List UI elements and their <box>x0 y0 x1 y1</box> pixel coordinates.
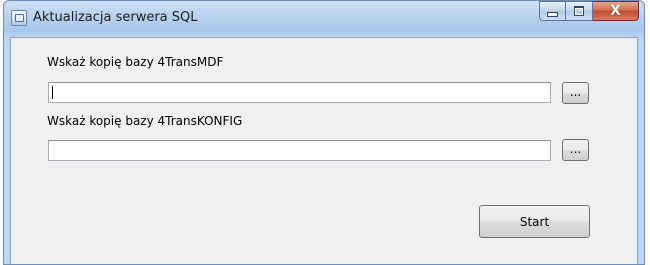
maximize-icon <box>574 6 584 16</box>
window-title: Aktualizacja serwera SQL <box>33 10 198 25</box>
caption-buttons: X <box>539 1 639 23</box>
browse-mdf-button[interactable]: ... <box>562 82 589 104</box>
application-icon <box>11 10 27 26</box>
mdf-label: Wskaż kopię bazy 4TransMDF <box>47 55 224 69</box>
minimize-icon <box>547 12 558 17</box>
minimize-button[interactable] <box>539 1 566 21</box>
title-bar[interactable]: Aktualizacja serwera SQL X <box>4 1 644 37</box>
konfig-label: Wskaż kopię bazy 4TransKONFIG <box>47 114 243 128</box>
start-button[interactable]: Start <box>479 205 590 238</box>
maximize-button[interactable] <box>566 1 593 21</box>
text-caret <box>52 86 53 99</box>
browse-konfig-button[interactable]: ... <box>562 139 589 161</box>
app-window: Aktualizacja serwera SQL X Wskaż kopię b… <box>3 0 645 265</box>
form-body: Wskaż kopię bazy 4TransMDF ... Wskaż kop… <box>10 37 638 264</box>
mdf-path-input[interactable] <box>48 82 551 103</box>
close-button[interactable]: X <box>593 1 639 21</box>
konfig-path-input[interactable] <box>48 140 551 161</box>
close-icon: X <box>610 3 621 19</box>
